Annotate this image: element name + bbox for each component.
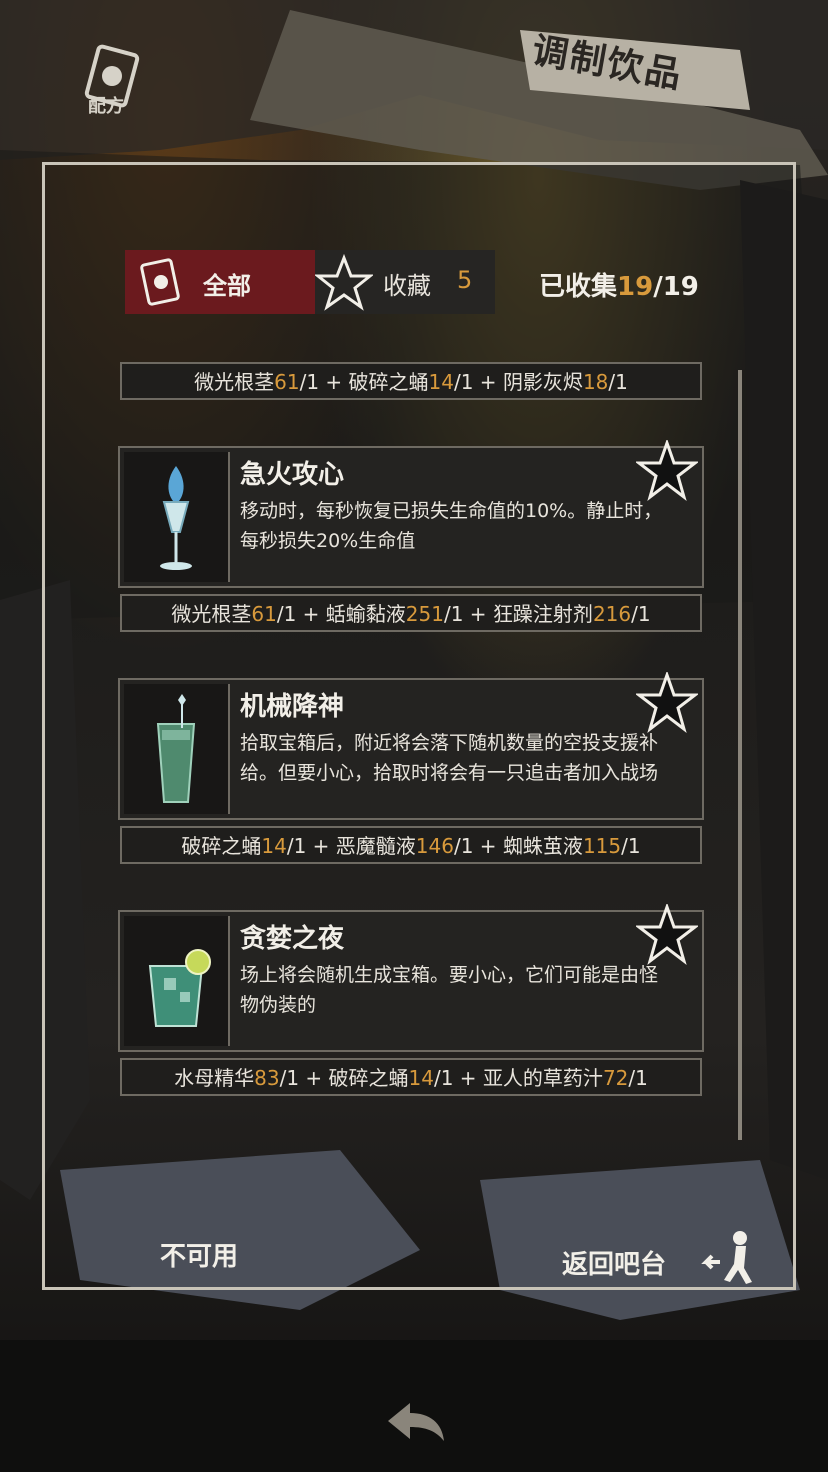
lime-tumbler-icon [148,949,211,1027]
drink-description: 移动时，每秒恢复已损失生命值的10%。静止时，每秒损失20%生命值 [240,500,663,552]
return-label: 返回吧台 [562,1250,667,1280]
filter-tabs: 全部 收藏 5 已收集19/19 [125,250,725,314]
return-to-bar-button[interactable]: 返回吧台 [500,1200,800,1310]
drink-name: 机械降神 [240,692,345,722]
drink-icon-box [124,452,230,582]
favorite-star-icon[interactable] [636,440,698,502]
ingredient-row: 微光根茎61/1 + 破碎之蛹14/1 + 阴影灰烬18/1 [120,362,702,400]
favorites-count: 5 [457,266,473,294]
bartender-return-icon [701,1231,752,1284]
favorite-star-icon[interactable] [636,904,698,966]
ingredient-row: 水母精华83/1 + 破碎之蛹14/1 + 亚人的草药汁72/1 [120,1058,702,1096]
drink-description: 场上将会随机生成宝箱。要小心，它们可能是由怪物伪装的 [240,964,659,1016]
scrollbar-thumb[interactable] [738,370,742,1140]
drink-description: 拾取宝箱后，附近将会落下随机数量的空投支援补给。但要小心，拾取时将会有一只追击者… [240,732,659,784]
favorite-star-icon[interactable] [636,672,698,734]
ingredient-row: 微光根茎61/1 + 蛞蝓黏液251/1 + 狂躁注射剂216/1 [120,594,702,632]
recipe-label[interactable]: 配方 [88,92,124,118]
drink-icon-box [124,916,230,1046]
flaming-glass-icon [160,466,192,570]
back-arrow-icon[interactable] [380,1395,450,1445]
scrollbar[interactable] [738,370,742,1140]
collected-total: /19 [653,272,699,302]
tab-favorites-label: 收藏 [383,272,431,300]
collected-current: 19 [617,272,654,302]
tab-all-label: 全部 [203,272,251,300]
drink-icon-box [124,684,230,814]
unavailable-label: 不可用 [160,1242,239,1272]
recipe-card[interactable]: 贪婪之夜 场上将会随机生成宝箱。要小心，它们可能是由怪物伪装的 [118,904,704,1052]
drink-name: 贪婪之夜 [240,924,345,954]
collected-counter: 已收集19/19 [539,266,699,303]
unavailable-button[interactable]: 不可用 [40,1190,340,1300]
collected-label: 已收集 [539,272,618,302]
recipe-card[interactable]: 机械降神 拾取宝箱后，附近将会落下随机数量的空投支援补给。但要小心，拾取时将会有… [118,672,704,820]
recipe-card[interactable]: 急火攻心 移动时，每秒恢复已损失生命值的10%。静止时，每秒损失20%生命值 [118,440,704,588]
tab-all[interactable]: 全部 [125,250,315,314]
tab-favorites[interactable]: 收藏 5 [315,250,495,314]
star-outline-icon [315,254,373,311]
recipe-list[interactable]: 微光根茎61/1 + 破碎之蛹14/1 + 阴影灰烬18/1 急火攻心 移动时，… [118,340,708,1140]
cards-icon [140,258,180,306]
ingredient-row: 破碎之蛹14/1 + 恶魔髓液146/1 + 蜘蛛茧液115/1 [120,826,702,864]
drink-name: 急火攻心 [240,460,345,490]
tall-glass-icon [156,694,196,803]
